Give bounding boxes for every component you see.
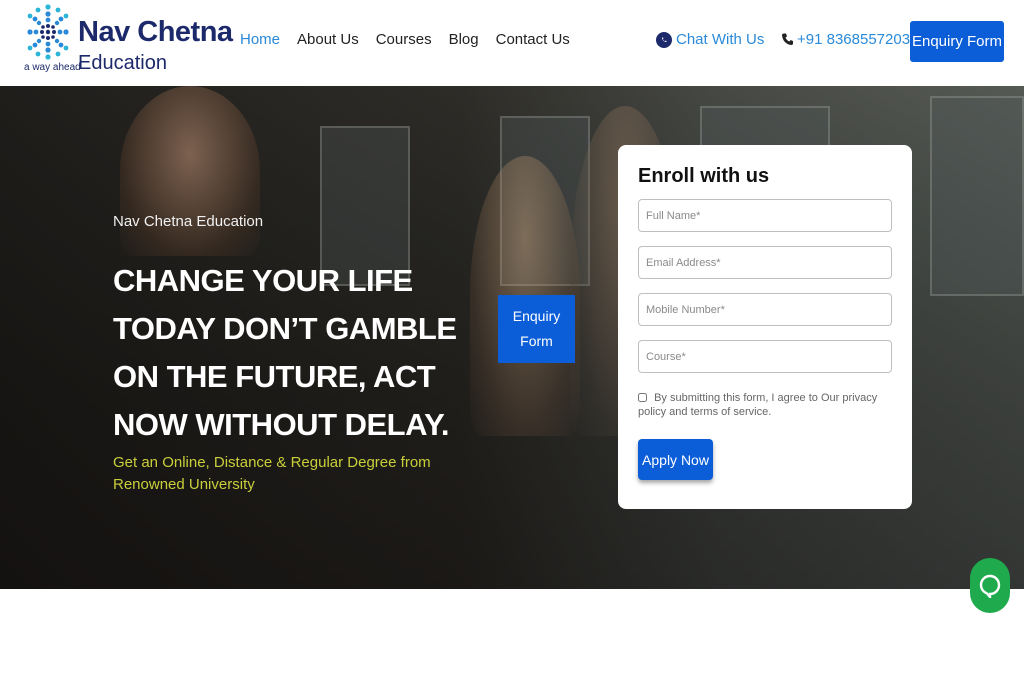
hero-enquiry-button[interactable]: Enquiry Form <box>498 295 575 363</box>
course-field[interactable] <box>638 340 892 373</box>
main-nav: Home About Us Courses Blog Contact Us <box>240 31 587 48</box>
brand-name: Nav Chetna <box>78 16 233 48</box>
chat-bubble-icon <box>979 574 1001 598</box>
background-window <box>930 96 1024 296</box>
brand-tagline: a way ahead <box>24 62 81 73</box>
hero-subtitle: Nav Chetna Education <box>113 213 264 230</box>
nav-contact-us[interactable]: Contact Us <box>496 31 570 48</box>
consent-row: By submitting this form, I agree to Our … <box>638 391 894 419</box>
mobile-field[interactable] <box>638 293 892 326</box>
logo-dots-icon <box>27 4 69 60</box>
consent-text: By submitting this form, I agree to Our … <box>638 392 878 418</box>
consent-checkbox[interactable] <box>638 393 647 402</box>
phone-icon <box>782 32 793 48</box>
nav-home[interactable]: Home <box>240 31 280 48</box>
hero-title: CHANGE YOUR LIFE TODAY DON’T GAMBLE ON T… <box>113 263 457 442</box>
phone-number: +91 8368557203 <box>797 31 911 48</box>
enroll-form: Enroll with us By submitting this form, … <box>618 145 912 509</box>
apply-now-button[interactable]: Apply Now <box>638 439 713 480</box>
hero-description: Get an Online, Distance & Regular Degree… <box>113 454 431 493</box>
whatsapp-icon <box>656 31 672 48</box>
chat-with-us-link[interactable]: Chat With Us <box>656 31 764 48</box>
brand-subtitle: Education <box>78 52 167 74</box>
background-person <box>120 86 260 256</box>
hero-section: Nav Chetna Education CHANGE YOUR LIFE TO… <box>0 86 1024 589</box>
form-title: Enroll with us <box>638 165 770 187</box>
nav-courses[interactable]: Courses <box>376 31 432 48</box>
chat-with-us-label: Chat With Us <box>676 31 765 48</box>
email-field[interactable] <box>638 246 892 279</box>
floating-chat-button[interactable] <box>970 558 1010 613</box>
nav-about-us[interactable]: About Us <box>297 31 359 48</box>
brand-logo[interactable]: a way ahead Nav Chetna Education <box>22 2 233 76</box>
phone-link[interactable]: +91 8368557203 <box>782 31 910 48</box>
nav-blog[interactable]: Blog <box>449 31 479 48</box>
site-header: a way ahead Nav Chetna Education Home Ab… <box>0 0 1024 86</box>
full-name-field[interactable] <box>638 199 892 232</box>
header-enquiry-button[interactable]: Enquiry Form <box>910 21 1004 62</box>
